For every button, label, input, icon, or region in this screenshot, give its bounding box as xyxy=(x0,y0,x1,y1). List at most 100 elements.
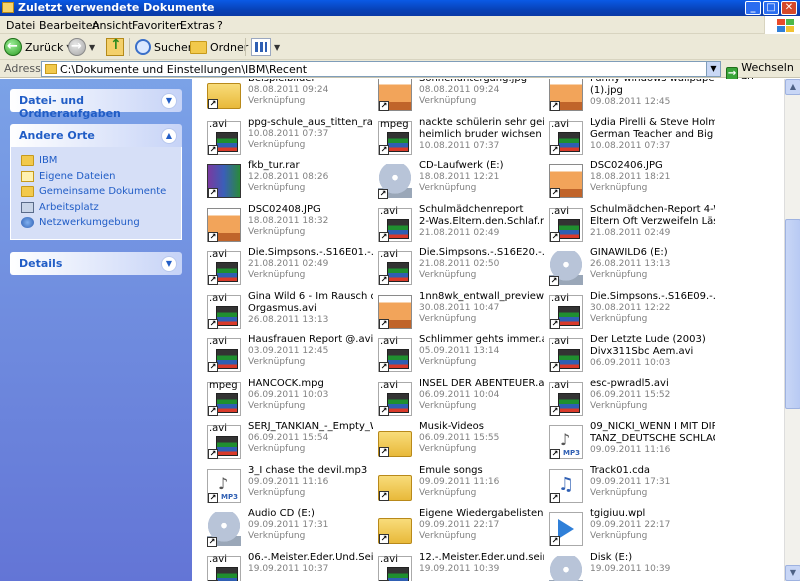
details-header[interactable]: Details ▼ xyxy=(10,251,182,275)
file-item[interactable]: mpeg ↗ HANCOCK.mpg 06.09.2011 10:03 Verknüpf… xyxy=(199,378,374,420)
collapse-chevron-icon[interactable]: ▲ xyxy=(161,128,177,144)
file-item[interactable]: ↗ Musik-Videos 06.09.2011 15:55 Verknüpfung xyxy=(370,421,545,463)
file-item[interactable]: ↗ 1nn8wk_entwall_preview.jpg30.08.2011 10… xyxy=(370,291,545,333)
menu-help[interactable]: ? xyxy=(217,19,223,32)
place-ibm[interactable]: IBM xyxy=(21,153,173,169)
place-eigene-dateien[interactable]: Eigene Dateien xyxy=(21,169,173,185)
file-item[interactable]: .avi↗ Die.Simpsons.-.S16E20.-.Scha...21.0… xyxy=(370,247,545,289)
file-item[interactable]: ♪ MP3 ↗ 09_NICKI_WENN I MIT DIR TANZ_DEUTSCH… xyxy=(541,421,716,463)
file-tasks-panel: Datei- und Ordneraufgaben ▼ xyxy=(10,89,182,120)
file-item[interactable]: .avi↗ ppg-schule_aus_titten_raus.avi10.08… xyxy=(199,117,374,159)
shortcut-arrow-icon: ↗ xyxy=(550,492,560,503)
video-file-icon: .avi↗ xyxy=(378,554,412,581)
file-item[interactable]: ↗Beispielbilder08.08.2011 09:24Verknüpfu… xyxy=(199,79,374,115)
file-date: 30.08.2011 12:22 xyxy=(590,302,671,313)
toolbar-separator xyxy=(245,38,246,56)
file-name: INSEL DER ABENTEUER.avi xyxy=(419,377,544,389)
other-places-header[interactable]: Andere Orte ▲ xyxy=(10,124,182,147)
file-item[interactable]: .avi↗ Lydia Pirelli & Steve Holmes -Germa… xyxy=(541,117,716,159)
file-item[interactable]: ↗ DSC02408.JPG 18.08.2011 18:32 Verknüpfung xyxy=(199,204,374,246)
address-input[interactable]: C:\Dokumente und Einstellungen\IBM\Recen… xyxy=(41,61,721,77)
chevron-down-icon[interactable]: ▼ xyxy=(274,43,280,52)
video-file-icon: .avi↗ xyxy=(378,380,412,416)
place-arbeitsplatz[interactable]: Arbeitsplatz xyxy=(21,200,173,216)
expand-chevron-icon[interactable]: ▼ xyxy=(161,93,177,109)
computer-icon xyxy=(21,201,34,213)
file-date: 06.09.2011 10:03 xyxy=(590,358,671,368)
cd-drive-icon: ↗ xyxy=(207,512,241,547)
file-item[interactable]: .avi↗ 12.-.Meister.Eder.und.sein.Pu...19.… xyxy=(370,552,545,581)
file-item[interactable]: ♫ ↗ Track01.cda 09.09.2011 17:31 Verknüpfung xyxy=(541,465,716,507)
file-item[interactable]: ↗ Emule songs 09.09.2011 11:16 Verknüpfung xyxy=(370,465,545,507)
file-item[interactable]: .avi↗ Schulmädchen-Report 4-WasEltern Oft… xyxy=(541,204,716,246)
file-tasks-header[interactable]: Datei- und Ordneraufgaben ▼ xyxy=(10,89,182,120)
file-item[interactable]: .avi↗ Die.Simpsons.-.S16E09.-.Pran...30.0… xyxy=(541,291,716,333)
file-name: Audio CD (E:) xyxy=(248,508,315,519)
file-item[interactable]: ↗ GINAWILD6 (E:) 26.08.2011 13:13 Verknüpfu… xyxy=(541,247,716,289)
file-name: 1nn8wk_entwall_preview.jpg xyxy=(419,290,544,302)
shortcut-arrow-icon: ↗ xyxy=(379,101,389,111)
back-button[interactable]: ← Zurück ▼ xyxy=(4,37,73,57)
shortcut-arrow-icon: ↗ xyxy=(550,101,560,111)
folder-icon: ↗ xyxy=(378,474,412,501)
file-item[interactable]: .avi↗ SERJ_TANKIAN_-_Empty_Wall...06.09.2… xyxy=(199,421,374,463)
up-folder-button[interactable] xyxy=(106,37,124,57)
file-name-continued: Eltern Oft Verzweifeln Lässt.avi xyxy=(590,215,715,227)
file-item[interactable]: ↗ CD-Laufwerk (E:) 18.08.2011 12:21 Verknüp… xyxy=(370,160,545,202)
file-item[interactable]: ↗Funny windows wallpaper(1).jpg09.08.201… xyxy=(541,79,716,115)
file-item[interactable]: .avi ↗ Hausfrauen Report @.avi 03.09.2011 1… xyxy=(199,334,374,376)
close-button[interactable]: ✕ xyxy=(781,1,797,15)
file-name-continued: (1).jpg xyxy=(590,85,623,96)
file-item[interactable]: ↗ Disk (E:)19.09.2011 10:39 xyxy=(541,552,716,581)
file-date: 30.08.2011 10:47 xyxy=(419,302,500,313)
scroll-up-button[interactable]: ▲ xyxy=(785,79,800,95)
title-bar[interactable]: Zuletzt verwendete Dokumente _ □ ✕ xyxy=(0,0,800,16)
chevron-down-icon[interactable]: ▼ xyxy=(89,43,95,52)
file-type: Verknüpfung xyxy=(248,400,306,411)
scroll-thumb[interactable] xyxy=(785,219,800,409)
file-item[interactable]: .avi ↗ Der Letzte Lude (2003) Divx311Sbc Ae… xyxy=(541,334,716,376)
folders-button[interactable]: Ordner xyxy=(190,37,248,57)
file-date: 26.08.2011 13:13 xyxy=(248,314,329,325)
file-item[interactable]: ↗ Eigene Wiedergabelisten 09.09.2011 22:17… xyxy=(370,508,545,550)
expand-chevron-icon[interactable]: ▼ xyxy=(161,255,177,272)
file-date: 09.08.2011 12:45 xyxy=(590,97,671,107)
vertical-scrollbar[interactable]: ▲ ▼ xyxy=(784,79,800,581)
folder-icon xyxy=(21,186,34,198)
file-item[interactable]: ↗Sonnenuntergang.jpg08.08.2011 09:24Verk… xyxy=(370,79,545,115)
shortcut-arrow-icon: ↗ xyxy=(208,188,218,198)
minimize-button[interactable]: _ xyxy=(745,1,761,15)
file-item[interactable]: .avi ↗ INSEL DER ABENTEUER.avi 06.09.2011 1… xyxy=(370,378,545,420)
file-item[interactable]: ♪ MP3 ↗ 3_I chase the devil.mp3 09.09.2011 1… xyxy=(199,465,374,507)
file-name: Die.Simpsons.-.S16E01.-.Vier.... xyxy=(248,247,373,258)
file-item[interactable]: .avi ↗ esc-pwradl5.avi 06.09.2011 15:52 Verk… xyxy=(541,378,716,420)
menu-ansicht[interactable]: Ansicht xyxy=(92,19,133,32)
views-button[interactable]: ▼ xyxy=(251,37,280,57)
file-item[interactable]: .avi↗ Die.Simpsons.-.S16E01.-.Vier....21.… xyxy=(199,247,374,289)
file-item[interactable]: ↗ Audio CD (E:) 09.09.2011 17:31 Verknüpfun… xyxy=(199,508,374,550)
chevron-down-icon[interactable]: ▼ xyxy=(706,62,720,76)
file-date: 05.09.2011 13:14 xyxy=(419,346,500,356)
file-item[interactable]: .avi ↗ Schlimmer gehts immer.avi 05.09.2011… xyxy=(370,334,545,376)
file-item[interactable]: ↗ DSC02406.JPG 18.08.2011 18:21 Verknüpfung xyxy=(541,160,716,202)
file-item[interactable]: mpeg ↗ nackte schülerin sehr geil heimlich … xyxy=(370,117,545,159)
maximize-button[interactable]: □ xyxy=(763,1,779,15)
file-name: Die.Simpsons.-.S16E20.-.Scha... xyxy=(419,247,544,258)
file-item[interactable]: .avi↗ 06.-.Meister.Eder.Und.Sein.P...19.0… xyxy=(199,552,374,581)
place-gemeinsame-dokumente[interactable]: Gemeinsame Dokumente xyxy=(21,184,173,200)
menu-favoriten[interactable]: Favoriten xyxy=(132,19,183,32)
other-places-list: IBM Eigene Dateien Gemeinsame Dokumente … xyxy=(10,147,182,240)
file-item[interactable]: ↗ tgigiuu.wpl 09.09.2011 22:17 Verknüpfung xyxy=(541,508,716,550)
forward-button[interactable]: → ▼ xyxy=(68,37,95,57)
scroll-down-button[interactable]: ▼ xyxy=(785,565,800,581)
menu-datei[interactable]: Datei xyxy=(6,19,35,32)
file-item[interactable]: ↗ fkb_tur.rar 12.08.2011 08:26 Verknüpfung xyxy=(199,160,374,202)
search-button[interactable]: Suchen xyxy=(135,37,195,57)
menu-bearbeiten[interactable]: Bearbeiten xyxy=(39,19,99,32)
file-item[interactable]: .avi↗ Gina Wild 6 - Im Rausch desOrgasmus… xyxy=(199,291,374,333)
file-item[interactable]: .avi ↗ Schulmädchenreport 2-Was.Eltern.den.… xyxy=(370,204,545,246)
place-netzwerkumgebung[interactable]: Netzwerkumgebung xyxy=(21,215,173,231)
menu-extras[interactable]: Extras xyxy=(180,19,215,32)
views-icon xyxy=(251,38,271,56)
video-file-icon: .avi↗ xyxy=(378,206,412,242)
